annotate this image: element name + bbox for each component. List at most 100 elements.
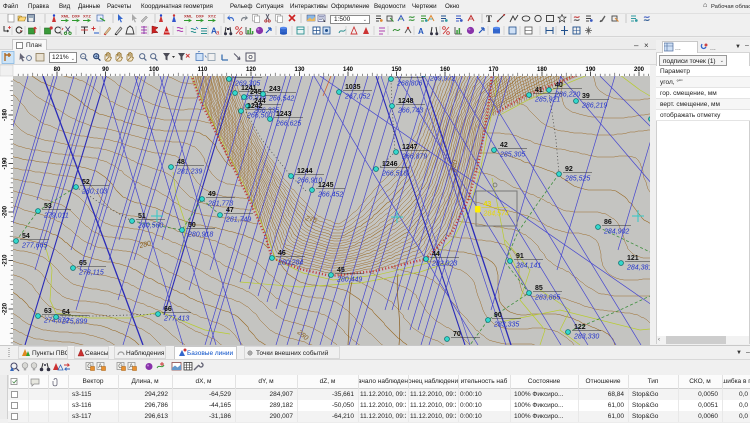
- svg-text:-190: -190: [3, 157, 9, 170]
- svg-text:51: 51: [138, 213, 146, 220]
- svg-text:266,452: 266,452: [317, 192, 343, 199]
- svg-text:277,665: 277,665: [21, 243, 47, 250]
- svg-text:1246: 1246: [382, 161, 398, 168]
- svg-text:A: A: [418, 27, 424, 36]
- svg-text:70: 70: [453, 331, 461, 338]
- svg-text:281,749: 281,749: [225, 217, 251, 224]
- svg-text:...: ...: [710, 45, 716, 52]
- svg-text:284,574: 284,574: [483, 211, 509, 218]
- svg-text:280,560: 280,560: [137, 223, 163, 230]
- svg-text:278,115: 278,115: [78, 270, 104, 277]
- svg-text:XML: XML: [184, 14, 193, 19]
- svg-text:269,972: 269,972: [429, 76, 455, 83]
- svg-text:130: 130: [294, 67, 305, 73]
- svg-text:63: 63: [44, 308, 52, 315]
- svg-text:1245: 1245: [318, 182, 334, 189]
- svg-text:266,518: 266,518: [381, 171, 407, 178]
- svg-text:42: 42: [500, 142, 508, 149]
- svg-text:XYZ: XYZ: [83, 14, 91, 19]
- svg-text:268,806: 268,806: [396, 81, 422, 88]
- svg-text:XYZ: XYZ: [208, 14, 216, 19]
- svg-text:121: 121: [627, 255, 639, 262]
- svg-text:243: 243: [269, 86, 281, 93]
- svg-text:282,923: 282,923: [431, 261, 457, 268]
- svg-text:122: 122: [574, 324, 586, 331]
- svg-text:49: 49: [208, 191, 216, 198]
- svg-text:DXF: DXF: [196, 14, 205, 19]
- svg-text:39: 39: [582, 93, 590, 100]
- svg-text:280,918: 280,918: [187, 232, 213, 239]
- svg-text:91: 91: [516, 253, 524, 260]
- svg-text:170: 170: [488, 67, 499, 73]
- svg-text:279,011: 279,011: [43, 213, 69, 220]
- svg-text:64: 64: [62, 309, 70, 316]
- svg-text:85: 85: [535, 285, 543, 292]
- svg-text:1244: 1244: [297, 168, 313, 175]
- svg-text:285,305: 285,305: [499, 152, 525, 159]
- svg-text:+: +: [95, 54, 98, 60]
- svg-text:40: 40: [555, 82, 563, 89]
- svg-text:110: 110: [198, 67, 208, 73]
- svg-text:43: 43: [484, 201, 492, 208]
- svg-text:200: 200: [634, 67, 645, 73]
- svg-text:160: 160: [440, 67, 451, 73]
- svg-text:284,141: 284,141: [515, 263, 541, 270]
- svg-text:1035: 1035: [345, 84, 361, 91]
- svg-text:92: 92: [565, 166, 573, 173]
- svg-text:266,743: 266,743: [397, 108, 423, 115]
- svg-text:80: 80: [54, 67, 61, 73]
- svg-text:−: −: [82, 54, 85, 60]
- svg-text:1242: 1242: [247, 103, 263, 110]
- svg-text:50: 50: [188, 222, 196, 229]
- svg-text:46: 46: [278, 250, 286, 257]
- svg-text:65: 65: [79, 260, 87, 267]
- svg-text:41: 41: [535, 87, 543, 94]
- svg-text:285,525: 285,525: [564, 176, 590, 183]
- svg-text:-220: -220: [3, 302, 9, 315]
- svg-text:53: 53: [44, 203, 52, 210]
- svg-text:286,220: 286,220: [554, 92, 580, 99]
- svg-text:266,879: 266,879: [401, 154, 427, 161]
- svg-text:280,103: 280,103: [81, 189, 107, 196]
- svg-text:48: 48: [177, 159, 185, 166]
- svg-text:-180: -180: [3, 108, 9, 121]
- svg-text:DXF: DXF: [72, 14, 81, 19]
- svg-text:90: 90: [102, 67, 109, 73]
- svg-text:54: 54: [22, 233, 30, 240]
- svg-text:269,305: 269,305: [234, 81, 260, 88]
- svg-text:180: 180: [537, 67, 548, 73]
- svg-text:XML: XML: [61, 14, 70, 19]
- svg-text:a: a: [216, 31, 220, 37]
- svg-text:90: 90: [494, 312, 502, 319]
- svg-text:66: 66: [164, 306, 172, 313]
- svg-text:286,219: 286,219: [581, 103, 607, 110]
- svg-text:-210: -210: [3, 254, 9, 267]
- svg-text:280,284: 280,284: [277, 260, 303, 267]
- svg-text:...: ...: [675, 45, 681, 52]
- svg-text:45: 45: [337, 267, 345, 274]
- svg-text:T: T: [486, 14, 492, 24]
- svg-text:190: 190: [585, 67, 596, 73]
- svg-text:281,239: 281,239: [176, 169, 202, 176]
- svg-text:266,542: 266,542: [268, 96, 294, 103]
- svg-text:52: 52: [82, 179, 90, 186]
- svg-text:1247: 1247: [402, 144, 418, 151]
- svg-text:266,625: 266,625: [275, 121, 301, 128]
- svg-text:280,449: 280,449: [336, 277, 362, 284]
- svg-text:245: 245: [250, 89, 262, 96]
- svg-text:44: 44: [432, 251, 440, 258]
- svg-text:1248: 1248: [398, 98, 414, 105]
- svg-text:283,335: 283,335: [493, 322, 519, 329]
- svg-text:100: 100: [149, 67, 160, 73]
- svg-text:277,413: 277,413: [163, 316, 189, 323]
- svg-text:275,899: 275,899: [61, 319, 87, 326]
- svg-text:47: 47: [226, 207, 234, 214]
- svg-text:284,902: 284,902: [603, 229, 629, 236]
- svg-text:120: 120: [246, 67, 257, 73]
- svg-text:284,381: 284,381: [626, 265, 650, 272]
- svg-text:267,052: 267,052: [344, 94, 370, 101]
- svg-text:86: 86: [604, 219, 612, 226]
- svg-text:283,330: 283,330: [573, 334, 599, 341]
- svg-text:-200: -200: [3, 205, 9, 218]
- svg-text:150: 150: [391, 67, 402, 73]
